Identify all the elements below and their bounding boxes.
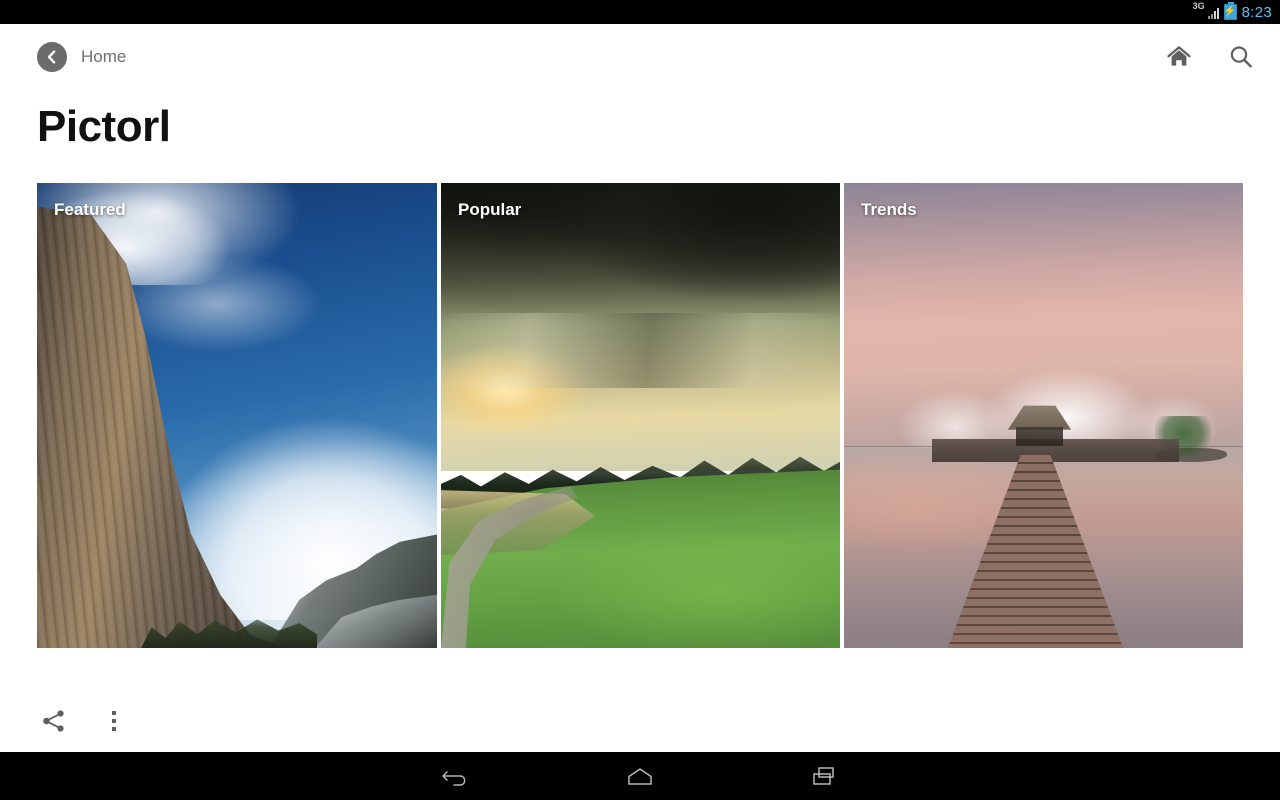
nav-back-icon — [442, 771, 466, 786]
overflow-menu-button[interactable] — [97, 704, 131, 738]
tropical-pier-sunset-photo — [844, 183, 1243, 649]
share-button[interactable] — [37, 704, 71, 738]
card-popular[interactable]: Popular — [441, 183, 840, 649]
page-title: Pictorl — [37, 102, 171, 151]
card-label: Popular — [458, 200, 522, 220]
search-icon — [1230, 46, 1252, 68]
golf-course-sunset-photo — [441, 183, 840, 649]
card-label: Trends — [861, 200, 917, 220]
back-chevron-icon — [47, 50, 56, 64]
home-icon — [1167, 46, 1191, 66]
signal-bars — [1207, 8, 1219, 19]
nav-back-button[interactable] — [428, 756, 484, 796]
cliff-blue-sky-photo — [37, 183, 437, 649]
status-bar-icons: 3G ⚡ 8:23 — [1192, 1, 1272, 21]
status-bar-clock: 8:23 — [1241, 3, 1272, 21]
card-trends[interactable]: Trends — [844, 183, 1243, 649]
network-type-label: 3G — [1192, 1, 1205, 11]
share-icon — [43, 710, 64, 732]
battery-charging-icon: ⚡ — [1223, 2, 1237, 20]
home-action-button[interactable] — [1162, 40, 1196, 74]
nav-recents-icon — [813, 767, 834, 785]
bottom-toolbar — [0, 690, 1280, 752]
search-button[interactable] — [1224, 40, 1258, 74]
status-bar: 3G ⚡ 8:23 — [0, 0, 1280, 24]
cellular-signal-icon: 3G — [1192, 1, 1219, 21]
bolt-glyph: ⚡ — [1223, 6, 1237, 17]
nav-home-icon — [628, 768, 652, 785]
action-bar: Home — [0, 24, 1280, 90]
action-bar-actions — [1162, 40, 1258, 74]
card-featured[interactable]: Featured — [37, 183, 437, 649]
nav-recents-button[interactable] — [796, 756, 852, 796]
card-label: Featured — [54, 200, 126, 220]
nav-home-button[interactable] — [612, 756, 668, 796]
up-label[interactable]: Home — [81, 47, 126, 67]
overflow-menu-icon — [112, 711, 116, 731]
category-card-row: Featured Popular Trends — [37, 183, 1243, 649]
back-button[interactable] — [37, 42, 67, 72]
android-navigation-bar — [0, 752, 1280, 800]
